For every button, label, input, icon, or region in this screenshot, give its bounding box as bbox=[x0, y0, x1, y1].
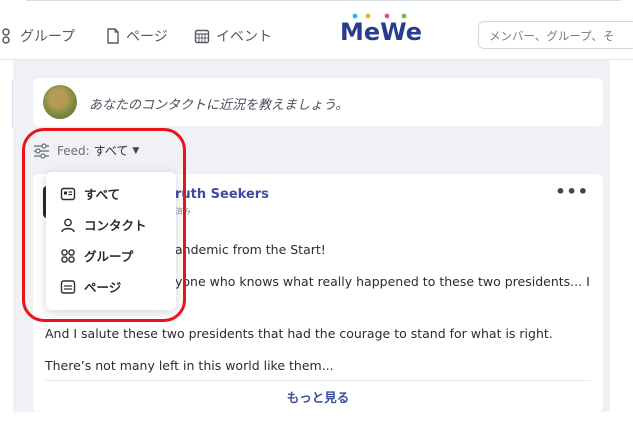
group-icon bbox=[61, 248, 75, 263]
feed-filter-label: Feed: bbox=[57, 143, 90, 158]
composer-prompt: あなたのコンタクトに近況を教えましょう。 bbox=[89, 98, 349, 113]
top-divider bbox=[26, 0, 621, 1]
top-navigation-bar: グループ ページ イベント MeWe メンバー、グループ、そ bbox=[0, 0, 633, 60]
menu-item-label: ページ bbox=[84, 280, 122, 295]
post-text-line: andemic from the Start! bbox=[175, 242, 326, 257]
menu-item-groups[interactable]: グループ bbox=[60, 246, 133, 265]
logo-text: MeWe bbox=[340, 18, 423, 46]
nav-events[interactable]: イベント bbox=[194, 26, 272, 46]
nav-events-label: イベント bbox=[216, 29, 272, 45]
nav-groups[interactable]: グループ bbox=[2, 26, 75, 46]
menu-item-contacts[interactable]: コンタクト bbox=[60, 215, 147, 234]
contact-icon bbox=[61, 218, 75, 232]
mewe-logo[interactable]: MeWe bbox=[340, 13, 423, 46]
feed-filter-value: すべて bbox=[93, 144, 129, 158]
search-placeholder: メンバー、グループ、そ bbox=[489, 29, 615, 43]
page-icon bbox=[107, 28, 119, 44]
groups-icon bbox=[2, 28, 10, 44]
nav-pages-label: ページ bbox=[126, 29, 168, 45]
page-icon bbox=[60, 279, 76, 294]
all-icon bbox=[60, 187, 76, 200]
more-options-icon[interactable]: ••• bbox=[555, 182, 589, 201]
calendar-icon bbox=[194, 29, 210, 44]
feed-filter-menu: すべて コンタクト グループ ページ bbox=[46, 172, 176, 310]
logo-dots bbox=[352, 13, 407, 19]
see-more-link[interactable]: もっと見る bbox=[33, 387, 603, 406]
menu-item-label: すべて bbox=[84, 187, 121, 202]
left-panel-edge bbox=[0, 0, 13, 412]
menu-item-pages[interactable]: ページ bbox=[60, 277, 121, 296]
post-group-name[interactable]: ruth Seekers bbox=[175, 187, 269, 202]
menu-item-label: コンタクト bbox=[84, 218, 147, 233]
user-avatar bbox=[43, 85, 77, 119]
see-more-divider bbox=[45, 380, 591, 381]
nav-pages[interactable]: ページ bbox=[106, 26, 168, 46]
post-text-line: And I salute these two presidents that h… bbox=[45, 326, 553, 341]
status-composer[interactable]: あなたのコンタクトに近況を教えましょう。 bbox=[33, 78, 603, 126]
post-subtitle: 済み bbox=[175, 207, 191, 216]
caret-down-icon: ▼ bbox=[132, 145, 140, 156]
feed-filter-toggle[interactable]: Feed: すべて ▼ bbox=[33, 142, 139, 159]
filter-sliders-icon bbox=[34, 142, 49, 159]
menu-item-label: グループ bbox=[84, 249, 134, 264]
post-text-line: yone who knows what really happened to t… bbox=[175, 274, 590, 289]
menu-item-all[interactable]: すべて bbox=[60, 184, 120, 203]
search-input[interactable]: メンバー、グループ、そ bbox=[478, 21, 633, 49]
nav-groups-label: グループ bbox=[20, 29, 76, 45]
